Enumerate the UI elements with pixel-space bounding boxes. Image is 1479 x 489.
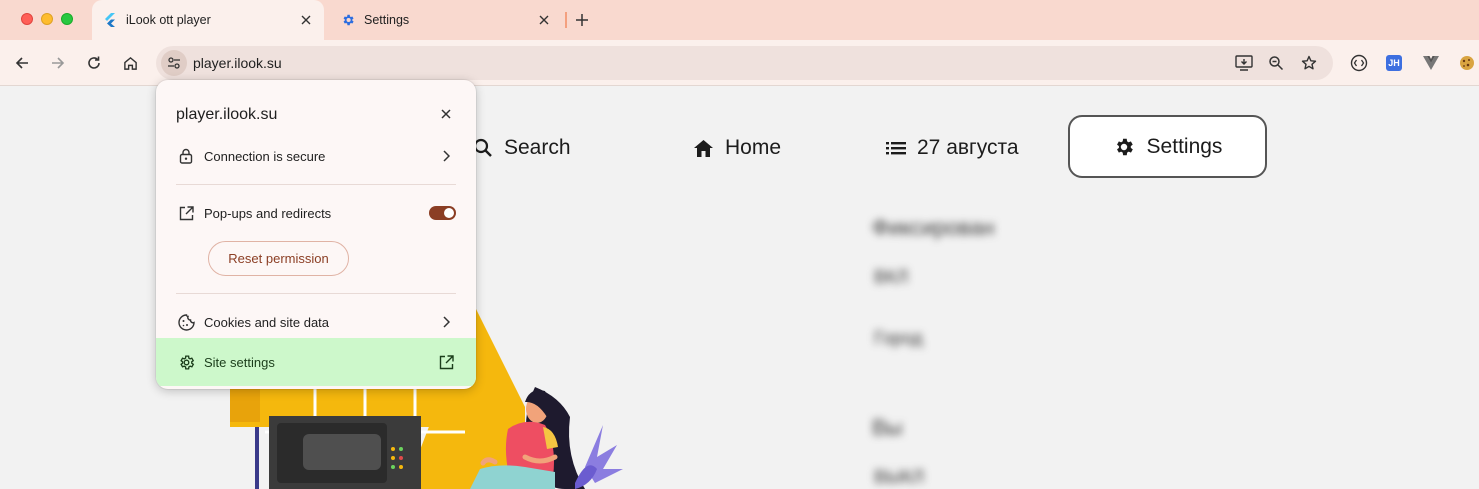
open-in-new-icon [436,352,456,372]
close-tab-icon[interactable] [296,10,316,30]
open-in-new-icon [176,203,196,223]
close-tab-icon[interactable] [534,10,554,30]
site-settings-row[interactable]: Site settings [156,338,476,386]
site-settings-label: Site settings [204,354,275,370]
forward-button[interactable] [47,52,69,74]
url-text: player.ilook.su [193,55,282,71]
search-icon [473,138,492,157]
tab-title: Settings [364,13,410,27]
lock-icon [176,146,196,166]
nav-search[interactable]: Search [473,133,571,163]
nav-home-label: Home [725,136,782,159]
nav-date-label: 27 августа [917,136,1019,159]
connection-label: Connection is secure [204,148,326,164]
chevron-right-icon [436,146,456,166]
popups-toggle[interactable] [429,206,456,220]
blurred-setting-value: Город [874,328,923,348]
connection-row[interactable]: Connection is secure [156,136,476,176]
tab-settings[interactable]: Settings [330,0,562,40]
divider [176,293,456,294]
nav-settings-button[interactable]: Settings [1068,115,1267,178]
reload-button[interactable] [83,52,105,74]
nav-schedule[interactable]: 27 августа [886,133,1019,163]
cookie-icon [176,312,196,332]
address-bar[interactable]: player.ilook.su [156,46,1333,80]
tab-title: iLook ott player [126,13,211,27]
cookies-label: Cookies and site data [204,314,330,330]
chevron-right-icon [436,312,456,332]
blurred-setting-value: ВЫКЛ [874,467,925,487]
nav-home[interactable]: Home [693,133,781,163]
site-info-icon[interactable] [161,50,187,76]
cookies-row[interactable]: Cookies and site data [156,302,476,342]
popup-title: player.ilook.su [176,106,278,123]
extension-icon[interactable] [1349,53,1369,73]
json-extension-icon[interactable]: JH [1386,55,1402,71]
install-app-icon[interactable] [1234,54,1254,72]
home-icon [694,139,713,157]
minimize-window-button[interactable] [41,13,53,25]
gear-icon [1116,138,1133,155]
cookie-extension-icon[interactable] [1457,53,1477,73]
nav-settings-label: Settings [1146,134,1223,158]
gear-icon [340,12,356,28]
gear-icon [176,352,196,372]
popups-label: Pop-ups and redirects [204,205,332,221]
vue-extension-icon[interactable] [1421,53,1441,73]
divider [176,184,456,185]
tab-strip: iLook ott player Settings [0,0,1479,40]
nav-search-label: Search [504,136,571,159]
popup-close-button[interactable] [436,104,456,124]
site-info-popup: player.ilook.su Connection is secure Pop… [156,80,476,389]
close-window-button[interactable] [21,13,33,25]
maximize-window-button[interactable] [61,13,73,25]
reset-permission-button[interactable]: Reset permission [208,241,349,276]
popups-row: Pop-ups and redirects [156,193,416,233]
zoom-icon[interactable] [1266,54,1286,72]
blurred-setting-title: Фиксирован [872,215,995,240]
new-tab-button[interactable] [572,10,592,30]
flutter-icon [102,12,118,28]
tab-ilook[interactable]: iLook ott player [92,0,324,40]
tab-separator [565,12,567,28]
blurred-setting-title: Вы [872,415,903,440]
list-icon [886,142,906,155]
blurred-setting-value: ВКЛ [874,267,909,287]
close-icon [441,109,451,119]
back-button[interactable] [11,52,33,74]
home-button[interactable] [119,52,141,74]
bookmark-star-icon[interactable] [1299,54,1319,72]
